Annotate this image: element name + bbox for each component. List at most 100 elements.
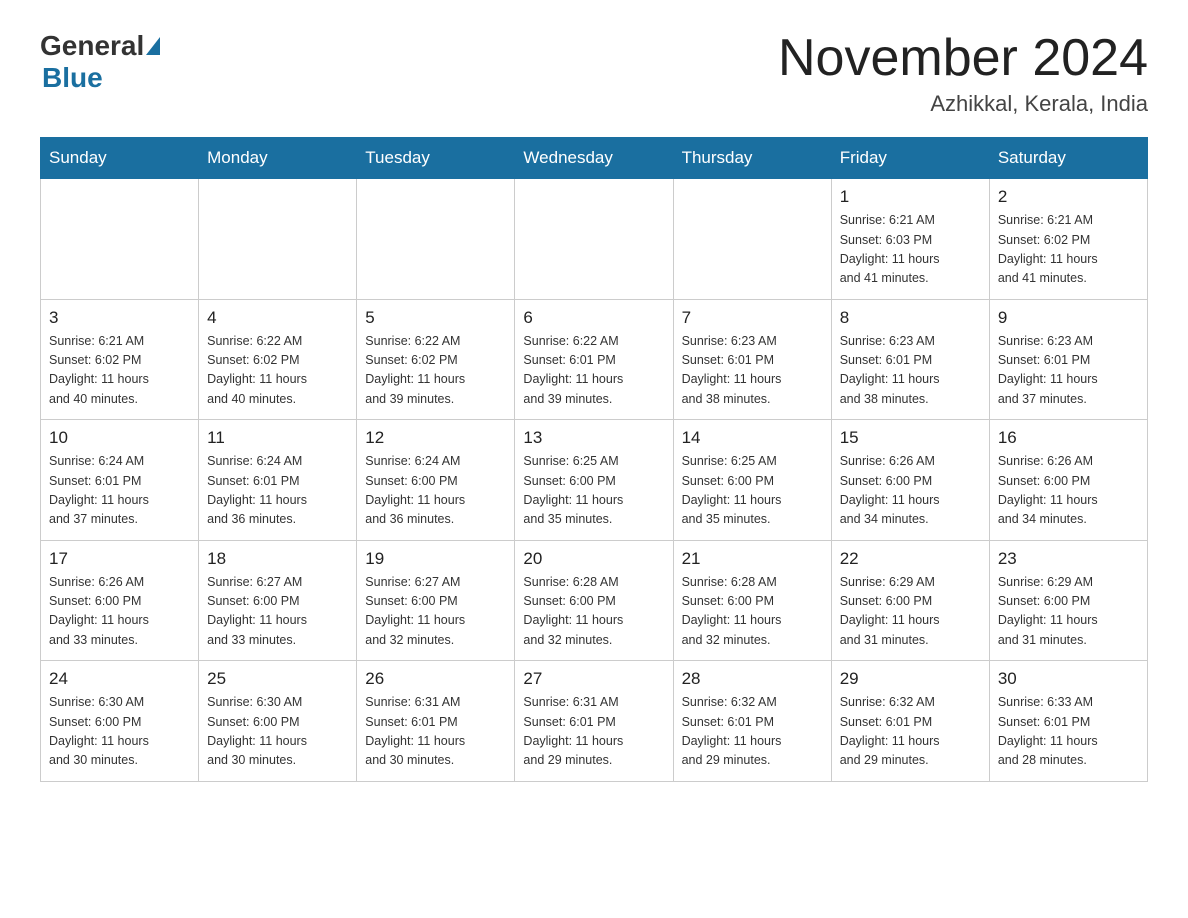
day-number: 21 (682, 549, 823, 569)
calendar-cell: 3Sunrise: 6:21 AM Sunset: 6:02 PM Daylig… (41, 299, 199, 420)
day-number: 16 (998, 428, 1139, 448)
day-number: 11 (207, 428, 348, 448)
calendar-week-row: 1 Sunrise: 6:21 AM Sunset: 6:03 PM Daylig… (41, 179, 1148, 300)
calendar-cell: 16 Sunrise: 6:26 AM Sunset: 6:00 PM Dayli… (989, 420, 1147, 541)
day-number: 20 (523, 549, 664, 569)
calendar-cell: 27 Sunrise: 6:31 AM Sunset: 6:01 PM Dayli… (515, 661, 673, 782)
calendar-cell: 21 Sunrise: 6:28 AM Sunset: 6:00 PM Dayli… (673, 540, 831, 661)
title-area: November 2024 Azhikkal, Kerala, India (778, 30, 1148, 117)
day-info: Sunrise: 6:32 AM Sunset: 6:01 PM Dayligh… (682, 693, 823, 771)
day-number: 8 (840, 308, 981, 328)
weekday-header-row: SundayMondayTuesdayWednesdayThursdayFrid… (41, 138, 1148, 179)
day-info: Sunrise: 6:25 AM Sunset: 6:00 PM Dayligh… (523, 452, 664, 530)
day-number: 25 (207, 669, 348, 689)
day-number: 15 (840, 428, 981, 448)
day-info: Sunrise: 6:33 AM Sunset: 6:01 PM Dayligh… (998, 693, 1139, 771)
day-number: 1 (840, 187, 981, 207)
day-info: Sunrise: 6:28 AM Sunset: 6:00 PM Dayligh… (523, 573, 664, 651)
calendar-week-row: 17 Sunrise: 6:26 AM Sunset: 6:00 PM Dayli… (41, 540, 1148, 661)
day-info: Sunrise: 6:21 AM Sunset: 6:03 PM Dayligh… (840, 211, 981, 289)
day-info: Sunrise: 6:21 AM Sunset: 6:02 PM Dayligh… (49, 332, 190, 410)
calendar-cell: 4Sunrise: 6:22 AM Sunset: 6:02 PM Daylig… (199, 299, 357, 420)
calendar-cell: 14 Sunrise: 6:25 AM Sunset: 6:00 PM Dayli… (673, 420, 831, 541)
calendar-cell (199, 179, 357, 300)
calendar-cell: 10 Sunrise: 6:24 AM Sunset: 6:01 PM Dayli… (41, 420, 199, 541)
day-number: 9 (998, 308, 1139, 328)
day-info: Sunrise: 6:30 AM Sunset: 6:00 PM Dayligh… (49, 693, 190, 771)
day-info: Sunrise: 6:29 AM Sunset: 6:00 PM Dayligh… (998, 573, 1139, 651)
day-info: Sunrise: 6:23 AM Sunset: 6:01 PM Dayligh… (998, 332, 1139, 410)
weekday-header-wednesday: Wednesday (515, 138, 673, 179)
day-number: 7 (682, 308, 823, 328)
day-info: Sunrise: 6:22 AM Sunset: 6:01 PM Dayligh… (523, 332, 664, 410)
calendar-table: SundayMondayTuesdayWednesdayThursdayFrid… (40, 137, 1148, 782)
day-info: Sunrise: 6:23 AM Sunset: 6:01 PM Dayligh… (840, 332, 981, 410)
day-info: Sunrise: 6:22 AM Sunset: 6:02 PM Dayligh… (365, 332, 506, 410)
calendar-cell (673, 179, 831, 300)
calendar-cell: 8 Sunrise: 6:23 AM Sunset: 6:01 PM Daylig… (831, 299, 989, 420)
calendar-cell: 6Sunrise: 6:22 AM Sunset: 6:01 PM Daylig… (515, 299, 673, 420)
day-number: 17 (49, 549, 190, 569)
header: General Blue November 2024 Azhikkal, Ker… (40, 30, 1148, 117)
location-title: Azhikkal, Kerala, India (778, 91, 1148, 117)
day-info: Sunrise: 6:21 AM Sunset: 6:02 PM Dayligh… (998, 211, 1139, 289)
calendar-cell: 5 Sunrise: 6:22 AM Sunset: 6:02 PM Daylig… (357, 299, 515, 420)
weekday-header-tuesday: Tuesday (357, 138, 515, 179)
day-info: Sunrise: 6:31 AM Sunset: 6:01 PM Dayligh… (365, 693, 506, 771)
calendar-cell: 24 Sunrise: 6:30 AM Sunset: 6:00 PM Dayli… (41, 661, 199, 782)
day-info: Sunrise: 6:27 AM Sunset: 6:00 PM Dayligh… (207, 573, 348, 651)
day-number: 2 (998, 187, 1139, 207)
day-info: Sunrise: 6:28 AM Sunset: 6:00 PM Dayligh… (682, 573, 823, 651)
day-number: 19 (365, 549, 506, 569)
calendar-cell: 13 Sunrise: 6:25 AM Sunset: 6:00 PM Dayli… (515, 420, 673, 541)
day-info: Sunrise: 6:25 AM Sunset: 6:00 PM Dayligh… (682, 452, 823, 530)
calendar-cell: 12 Sunrise: 6:24 AM Sunset: 6:00 PM Dayli… (357, 420, 515, 541)
day-number: 18 (207, 549, 348, 569)
calendar-cell: 11 Sunrise: 6:24 AM Sunset: 6:01 PM Dayli… (199, 420, 357, 541)
day-info: Sunrise: 6:26 AM Sunset: 6:00 PM Dayligh… (49, 573, 190, 651)
day-number: 23 (998, 549, 1139, 569)
day-number: 26 (365, 669, 506, 689)
day-number: 29 (840, 669, 981, 689)
day-info: Sunrise: 6:31 AM Sunset: 6:01 PM Dayligh… (523, 693, 664, 771)
day-info: Sunrise: 6:26 AM Sunset: 6:00 PM Dayligh… (840, 452, 981, 530)
logo-triangle-icon (146, 37, 160, 55)
day-number: 14 (682, 428, 823, 448)
day-number: 10 (49, 428, 190, 448)
day-number: 24 (49, 669, 190, 689)
calendar-cell: 9 Sunrise: 6:23 AM Sunset: 6:01 PM Daylig… (989, 299, 1147, 420)
day-info: Sunrise: 6:24 AM Sunset: 6:01 PM Dayligh… (207, 452, 348, 530)
logo-blue-text: Blue (42, 62, 103, 93)
weekday-header-sunday: Sunday (41, 138, 199, 179)
day-number: 27 (523, 669, 664, 689)
calendar-cell: 30 Sunrise: 6:33 AM Sunset: 6:01 PM Dayli… (989, 661, 1147, 782)
day-number: 30 (998, 669, 1139, 689)
calendar-week-row: 3Sunrise: 6:21 AM Sunset: 6:02 PM Daylig… (41, 299, 1148, 420)
calendar-cell (515, 179, 673, 300)
calendar-cell: 20 Sunrise: 6:28 AM Sunset: 6:00 PM Dayli… (515, 540, 673, 661)
calendar-cell: 26 Sunrise: 6:31 AM Sunset: 6:01 PM Dayli… (357, 661, 515, 782)
calendar-cell: 22Sunrise: 6:29 AM Sunset: 6:00 PM Dayli… (831, 540, 989, 661)
calendar-week-row: 10 Sunrise: 6:24 AM Sunset: 6:01 PM Dayli… (41, 420, 1148, 541)
day-info: Sunrise: 6:30 AM Sunset: 6:00 PM Dayligh… (207, 693, 348, 771)
calendar-cell: 18 Sunrise: 6:27 AM Sunset: 6:00 PM Dayli… (199, 540, 357, 661)
day-info: Sunrise: 6:29 AM Sunset: 6:00 PM Dayligh… (840, 573, 981, 651)
calendar-cell: 23 Sunrise: 6:29 AM Sunset: 6:00 PM Dayli… (989, 540, 1147, 661)
logo-general-text: General (40, 30, 144, 62)
day-number: 12 (365, 428, 506, 448)
calendar-cell (41, 179, 199, 300)
weekday-header-monday: Monday (199, 138, 357, 179)
weekday-header-thursday: Thursday (673, 138, 831, 179)
month-title: November 2024 (778, 30, 1148, 87)
calendar-cell: 19Sunrise: 6:27 AM Sunset: 6:00 PM Dayli… (357, 540, 515, 661)
calendar-cell: 7Sunrise: 6:23 AM Sunset: 6:01 PM Daylig… (673, 299, 831, 420)
day-number: 5 (365, 308, 506, 328)
day-info: Sunrise: 6:24 AM Sunset: 6:01 PM Dayligh… (49, 452, 190, 530)
calendar-cell (357, 179, 515, 300)
day-info: Sunrise: 6:24 AM Sunset: 6:00 PM Dayligh… (365, 452, 506, 530)
weekday-header-friday: Friday (831, 138, 989, 179)
day-number: 13 (523, 428, 664, 448)
calendar-cell: 28 Sunrise: 6:32 AM Sunset: 6:01 PM Dayli… (673, 661, 831, 782)
day-info: Sunrise: 6:26 AM Sunset: 6:00 PM Dayligh… (998, 452, 1139, 530)
day-number: 28 (682, 669, 823, 689)
